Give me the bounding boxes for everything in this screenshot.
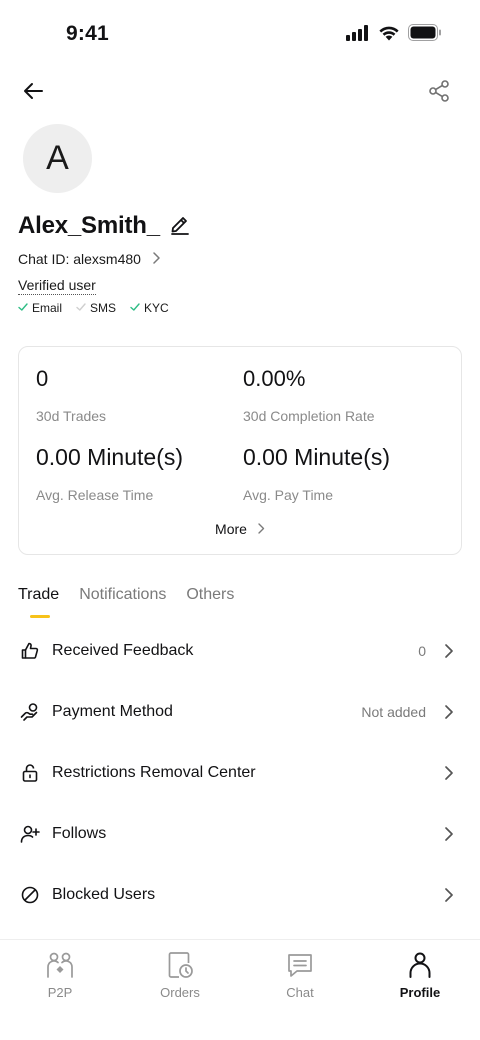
menu-item-follows[interactable]: Follows <box>0 803 480 864</box>
share-button[interactable] <box>424 78 454 108</box>
user-plus-icon <box>20 824 40 844</box>
arrow-left-icon <box>22 80 44 107</box>
username: Alex_Smith_ <box>18 212 160 239</box>
edit-name-button[interactable] <box>168 214 192 238</box>
cellular-signal-icon <box>346 24 370 46</box>
badge-email: Email <box>18 301 62 315</box>
stat-completion-rate: 0.00% 30d Completion Rate <box>243 366 375 424</box>
stat-label: Avg. Pay Time <box>243 487 334 503</box>
tab-others[interactable]: Others <box>186 586 234 618</box>
name-row: Alex_Smith_ <box>18 212 192 240</box>
menu-label: Payment Method <box>52 702 173 720</box>
badge-label: KYC <box>144 301 169 315</box>
orders-clock-icon <box>164 949 196 981</box>
tab-trade[interactable]: Trade <box>18 586 59 618</box>
nav-profile[interactable]: Profile <box>360 940 480 1009</box>
tabs: Trade Notifications Others <box>18 586 234 618</box>
chat-id-link[interactable]: Chat ID: alexsm480 <box>18 251 161 267</box>
menu-label: Restrictions Removal Center <box>52 763 256 781</box>
status-bar: 9:41 <box>0 0 480 70</box>
profile-person-icon <box>404 949 436 981</box>
badge-label: Email <box>32 301 63 315</box>
status-time: 9:41 <box>66 22 109 45</box>
stat-value: 0.00 Minute(s) <box>36 444 184 470</box>
stat-pay-time: 0.00 Minute(s) Avg. Pay Time <box>243 444 390 503</box>
check-icon <box>130 301 140 315</box>
nav-orders[interactable]: Orders <box>120 940 240 1009</box>
verified-user-label[interactable]: Verified user <box>18 277 96 295</box>
payment-hand-icon <box>20 702 40 722</box>
chevron-right-icon <box>442 643 456 658</box>
top-nav <box>0 72 480 112</box>
chevron-right-icon <box>442 765 456 780</box>
check-icon <box>76 301 86 315</box>
menu-label: Follows <box>52 824 107 842</box>
verification-badges: Email SMS KYC <box>18 301 169 315</box>
menu-value: Not added <box>361 703 426 720</box>
chat-id-label: Chat ID: alexsm480 <box>18 251 141 267</box>
badge-kyc: KYC <box>130 301 169 315</box>
more-button[interactable]: More <box>19 521 461 537</box>
chevron-right-icon <box>442 826 456 841</box>
badge-sms: SMS <box>76 301 116 315</box>
nav-p2p[interactable]: P2P <box>0 940 120 1009</box>
menu-label: Blocked Users <box>52 885 156 903</box>
nav-label: P2P <box>47 985 73 1000</box>
menu-item-restrictions-removal[interactable]: Restrictions Removal Center <box>0 742 480 803</box>
battery-icon <box>408 24 442 46</box>
stat-label: 30d Trades <box>36 408 107 424</box>
chevron-right-icon <box>442 704 456 719</box>
status-icons <box>346 24 442 46</box>
nav-chat[interactable]: Chat <box>240 940 360 1009</box>
share-icon <box>427 79 451 108</box>
stat-value: 0.00 Minute(s) <box>243 444 391 470</box>
avatar[interactable]: A <box>23 124 92 193</box>
chat-bubble-icon <box>284 949 316 981</box>
more-label: More <box>215 521 247 537</box>
menu-item-blocked-users[interactable]: Blocked Users <box>0 864 480 925</box>
chevron-right-icon <box>442 887 456 902</box>
nav-label: Orders <box>160 985 200 1000</box>
tab-label: Others <box>186 586 235 603</box>
wifi-icon <box>378 25 400 46</box>
back-button[interactable] <box>18 78 48 108</box>
stat-value: 0.00% <box>243 366 306 391</box>
unlock-icon <box>20 763 40 783</box>
check-icon <box>18 301 28 315</box>
active-tab-indicator <box>30 615 50 618</box>
stat-label: 30d Completion Rate <box>243 408 375 424</box>
stats-card: 0 30d Trades 0.00% 30d Completion Rate 0… <box>18 346 462 555</box>
thumbs-up-icon <box>20 641 40 661</box>
bottom-nav: P2P Orders Chat Profile <box>0 939 480 1009</box>
tab-label: Trade <box>18 586 60 603</box>
menu-item-payment-method[interactable]: Payment Method Not added <box>0 681 480 742</box>
chevron-right-icon <box>257 521 265 537</box>
chevron-right-icon <box>151 251 161 267</box>
pencil-icon <box>169 213 191 240</box>
stat-value: 0 <box>36 366 49 391</box>
stat-release-time: 0.00 Minute(s) Avg. Release Time <box>36 444 183 503</box>
menu-item-received-feedback[interactable]: Received Feedback 0 <box>0 620 480 681</box>
p2p-users-icon <box>44 949 76 981</box>
tab-notifications[interactable]: Notifications <box>79 586 166 618</box>
stat-label: Avg. Release Time <box>36 487 154 503</box>
nav-label: Chat <box>286 985 314 1000</box>
nav-label: Profile <box>399 985 441 1000</box>
menu-value: 0 <box>418 642 426 659</box>
block-icon <box>20 885 40 905</box>
badge-label: SMS <box>90 301 117 315</box>
menu-label: Received Feedback <box>52 641 194 659</box>
stat-trades: 0 30d Trades <box>36 366 106 424</box>
tab-label: Notifications <box>79 586 167 603</box>
trade-menu: Received Feedback 0 Payment Method Not a… <box>0 620 480 925</box>
